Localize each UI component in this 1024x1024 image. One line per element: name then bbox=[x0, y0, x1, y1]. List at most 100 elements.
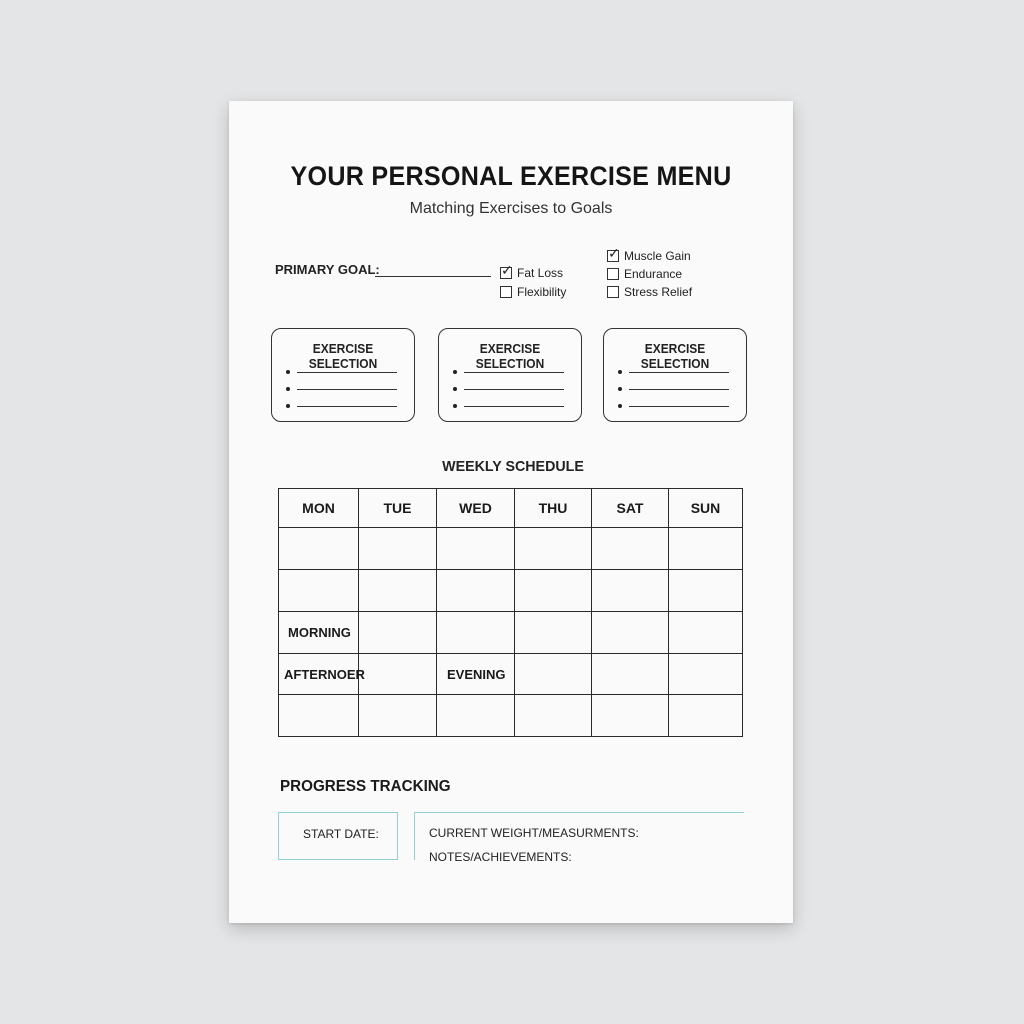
bullet-icon bbox=[453, 404, 457, 408]
notes-achievements-label[interactable]: NOTES/ACHIEVEMENTS: bbox=[429, 850, 572, 864]
start-date-box[interactable]: START DATE: bbox=[278, 812, 398, 860]
evening-label: EVENING bbox=[436, 653, 515, 695]
current-weight-label[interactable]: CURRENT WEIGHT/MEASURMENTS: bbox=[429, 826, 639, 840]
schedule-cell[interactable] bbox=[591, 653, 669, 695]
goal-option-muscle-gain[interactable]: ✓ Muscle Gain bbox=[607, 246, 691, 263]
schedule-cell[interactable] bbox=[278, 527, 359, 570]
schedule-cell[interactable] bbox=[514, 569, 592, 612]
table-row bbox=[278, 527, 743, 570]
checkmark-icon: ✓ bbox=[501, 262, 513, 278]
goal-option-label: Stress Relief bbox=[624, 285, 693, 299]
exercise-selection-card: EXERCISE SELECTION bbox=[603, 328, 747, 422]
blank-line bbox=[464, 405, 564, 407]
schedule-cell[interactable] bbox=[278, 569, 359, 612]
schedule-cell[interactable] bbox=[591, 527, 669, 570]
bullet-icon bbox=[453, 370, 457, 374]
bullet-icon bbox=[286, 404, 290, 408]
morning-label: MORNING bbox=[278, 611, 359, 654]
schedule-cell[interactable] bbox=[668, 611, 743, 654]
day-header: WED bbox=[436, 488, 515, 528]
blank-line bbox=[629, 388, 729, 390]
page-title: YOUR PERSONAL EXERCISE MENU bbox=[290, 161, 732, 191]
bullet-line-item[interactable] bbox=[286, 404, 397, 408]
schedule-cell[interactable] bbox=[668, 694, 743, 737]
blank-line bbox=[297, 388, 397, 390]
bullet-line-item[interactable] bbox=[286, 387, 397, 391]
checkmark-icon: ✓ bbox=[608, 245, 620, 261]
blank-line bbox=[629, 371, 729, 373]
goal-option-label: Flexibility bbox=[517, 285, 567, 299]
primary-goal-label: PRIMARY GOAL: bbox=[275, 262, 380, 277]
schedule-cell[interactable] bbox=[591, 694, 669, 737]
exercise-selection-card: EXERCISE SELECTION bbox=[438, 328, 582, 422]
bullet-icon bbox=[453, 387, 457, 391]
bullet-line-item[interactable] bbox=[453, 370, 564, 374]
checkbox[interactable] bbox=[607, 268, 619, 280]
blank-line bbox=[464, 388, 564, 390]
schedule-cell[interactable] bbox=[591, 569, 669, 612]
day-header: TUE bbox=[358, 488, 437, 528]
weekly-schedule-title: WEEKLY SCHEDULE bbox=[442, 458, 584, 475]
schedule-cell[interactable] bbox=[358, 527, 437, 570]
schedule-cell[interactable] bbox=[358, 653, 437, 695]
day-header: SAT bbox=[591, 488, 669, 528]
bullet-icon bbox=[286, 387, 290, 391]
exercise-selection-card: EXERCISE SELECTION bbox=[271, 328, 415, 422]
card-title: EXERCISE SELECTION bbox=[308, 341, 378, 371]
goal-option-stress-relief[interactable]: Stress Relief bbox=[607, 285, 692, 299]
table-row bbox=[278, 694, 743, 737]
checkbox[interactable]: ✓ bbox=[500, 263, 513, 279]
blank-line bbox=[297, 371, 397, 373]
schedule-cell[interactable] bbox=[514, 611, 592, 654]
goal-option-fat-loss[interactable]: ✓ Fat Loss bbox=[500, 263, 564, 280]
schedule-cell[interactable] bbox=[436, 611, 515, 654]
schedule-cell[interactable] bbox=[278, 694, 359, 737]
checkbox[interactable] bbox=[607, 286, 619, 298]
schedule-cell[interactable] bbox=[591, 611, 669, 654]
schedule-cell[interactable] bbox=[358, 569, 437, 612]
card-title: EXERCISE SELECTION bbox=[640, 341, 710, 371]
schedule-cell[interactable] bbox=[668, 569, 743, 612]
page-subtitle: Matching Exercises to Goals bbox=[409, 200, 613, 217]
start-date-label: START DATE: bbox=[303, 827, 379, 841]
schedule-cell[interactable] bbox=[514, 694, 592, 737]
bullet-icon bbox=[618, 404, 622, 408]
afternoon-label: AFTERNOER bbox=[278, 653, 365, 695]
bullet-icon bbox=[286, 370, 290, 374]
schedule-cell[interactable] bbox=[668, 527, 743, 570]
schedule-cell[interactable] bbox=[668, 653, 743, 695]
schedule-cell[interactable] bbox=[514, 653, 592, 695]
bullet-line-item[interactable] bbox=[453, 387, 564, 391]
blank-line bbox=[464, 371, 564, 373]
goal-option-label: Fat Loss bbox=[517, 266, 564, 280]
bullet-line-item[interactable] bbox=[286, 370, 397, 374]
bullet-icon bbox=[618, 387, 622, 391]
progress-box-border-left bbox=[414, 812, 415, 860]
goal-option-flexibility[interactable]: Flexibility bbox=[500, 285, 566, 299]
primary-goal-input-line[interactable] bbox=[375, 276, 491, 277]
table-row: MORNING bbox=[278, 611, 743, 654]
bullet-line-item[interactable] bbox=[618, 404, 729, 408]
weekly-schedule-table: MON TUE WED THU SAT SUN MORNING AFTERNOE… bbox=[278, 488, 743, 737]
day-header: THU bbox=[514, 488, 592, 528]
bullet-icon bbox=[618, 370, 622, 374]
schedule-cell[interactable] bbox=[436, 527, 515, 570]
blank-line bbox=[629, 405, 729, 407]
table-row: AFTERNOER EVENING bbox=[278, 653, 743, 695]
schedule-cell[interactable] bbox=[514, 527, 592, 570]
goal-option-label: Endurance bbox=[624, 267, 683, 281]
card-title: EXERCISE SELECTION bbox=[475, 341, 545, 371]
schedule-cell[interactable] bbox=[436, 694, 515, 737]
goal-option-label: Muscle Gain bbox=[624, 249, 691, 263]
checkbox[interactable] bbox=[500, 286, 512, 298]
table-row bbox=[278, 569, 743, 612]
goal-option-endurance[interactable]: Endurance bbox=[607, 267, 682, 281]
schedule-cell[interactable] bbox=[358, 611, 437, 654]
schedule-cell[interactable] bbox=[358, 694, 437, 737]
schedule-cell[interactable] bbox=[436, 569, 515, 612]
bullet-line-item[interactable] bbox=[618, 370, 729, 374]
progress-tracking-title: PROGRESS TRACKING bbox=[280, 778, 451, 795]
bullet-line-item[interactable] bbox=[453, 404, 564, 408]
checkbox[interactable]: ✓ bbox=[607, 246, 620, 262]
bullet-line-item[interactable] bbox=[618, 387, 729, 391]
